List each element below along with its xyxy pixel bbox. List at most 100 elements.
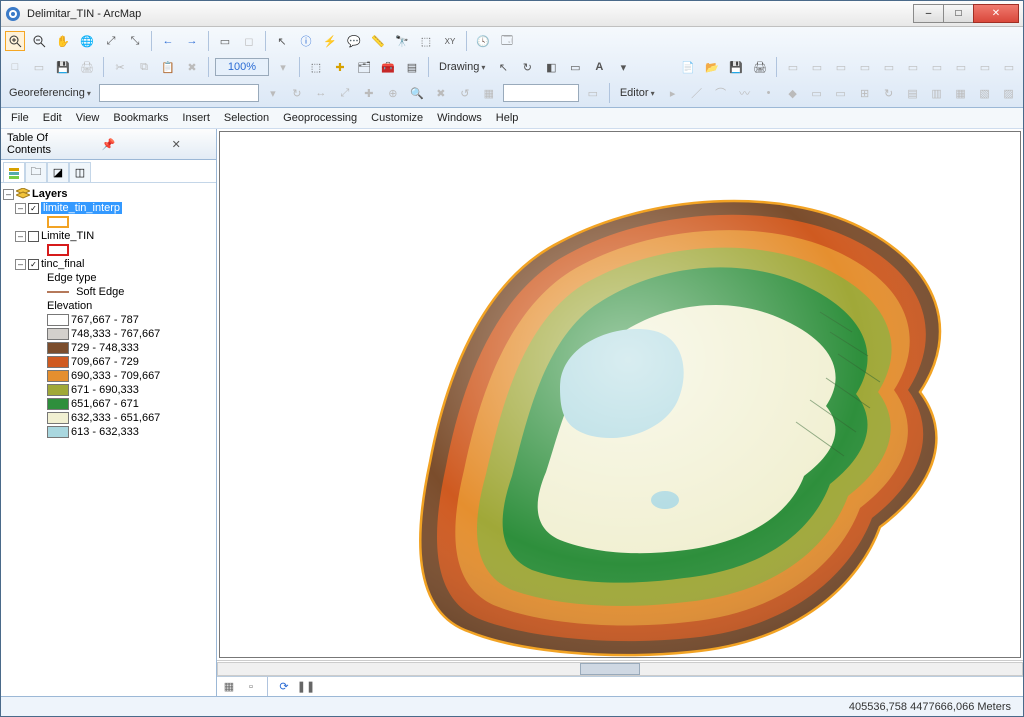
layer-limite-tin-interp[interactable]: limite_tin_interp <box>41 202 122 214</box>
close-button[interactable]: ✕ <box>973 4 1019 23</box>
full-extent-icon[interactable]: 🌐 <box>77 31 97 51</box>
menu-view[interactable]: View <box>76 112 100 124</box>
fwd-extent-icon[interactable]: → <box>182 31 202 51</box>
toc-tab-drawing-order[interactable] <box>3 162 25 182</box>
edit-copy-icon[interactable]: ▭ <box>807 57 827 77</box>
new-map-icon[interactable]: 📄 <box>678 57 698 77</box>
editor-menu[interactable]: Editor <box>616 87 659 99</box>
expander-icon[interactable]: – <box>15 231 26 242</box>
find-route-icon[interactable]: ⬚ <box>416 31 436 51</box>
scale-dropdown-icon[interactable]: ▾ <box>273 57 293 77</box>
editor-attributes-icon[interactable]: ▤ <box>903 83 923 103</box>
draw-text-icon[interactable]: A <box>589 57 609 77</box>
georef-layer-select[interactable] <box>99 84 259 102</box>
edit-merge-icon[interactable]: ▭ <box>831 57 851 77</box>
scrollbar-thumb[interactable] <box>580 663 640 675</box>
edit-clip-icon[interactable]: ▭ <box>927 57 947 77</box>
map-horizontal-scrollbar[interactable] <box>217 660 1023 676</box>
menu-bookmarks[interactable]: Bookmarks <box>113 112 168 124</box>
layer-limite-tin[interactable]: Limite_TIN <box>41 230 94 242</box>
layer-tinc-final[interactable]: tinc_final <box>41 258 84 270</box>
layout-view-icon[interactable]: ▫ <box>243 679 259 695</box>
viewer-window-icon[interactable]: 🗔 <box>497 31 517 51</box>
scale-input[interactable] <box>215 58 269 76</box>
editor-target-icon[interactable]: ▨ <box>999 83 1019 103</box>
expander-icon[interactable]: – <box>15 259 26 270</box>
titlebar[interactable]: Delimitar_TIN - ArcMap – □ ✕ <box>1 1 1023 27</box>
edit-cut-icon[interactable]: ▭ <box>783 57 803 77</box>
pause-draw-icon[interactable]: ❚❚ <box>298 679 314 695</box>
menu-geoprocessing[interactable]: Geoprocessing <box>283 112 357 124</box>
menu-file[interactable]: File <box>11 112 29 124</box>
menu-edit[interactable]: Edit <box>43 112 62 124</box>
save-icon[interactable]: 💾 <box>53 57 73 77</box>
georeferencing-menu[interactable]: Georeferencing <box>5 87 95 99</box>
georef-dropdown-icon[interactable]: ▾ <box>263 83 283 103</box>
georef-target-icon[interactable]: ▭ <box>583 83 603 103</box>
editor-rotate-icon[interactable]: ↻ <box>879 83 899 103</box>
georef-value-input[interactable] <box>503 84 579 102</box>
editor-edit-icon[interactable]: ▸ <box>663 83 683 103</box>
hyperlink-icon[interactable]: ⚡ <box>320 31 340 51</box>
georef-scale-icon[interactable]: ⤢ <box>335 83 355 103</box>
print-map-icon[interactable]: 🖨 <box>750 57 770 77</box>
editor-reshape-icon[interactable]: ▭ <box>807 83 827 103</box>
html-popup-icon[interactable]: 💬 <box>344 31 364 51</box>
edit-split-icon[interactable]: ▭ <box>975 57 995 77</box>
save-map-icon[interactable]: 💾 <box>726 57 746 77</box>
new-doc-icon[interactable]: □ <box>5 57 25 77</box>
georef-select-point-icon[interactable]: ⊕ <box>383 83 403 103</box>
drawing-menu[interactable]: Drawing <box>435 61 489 73</box>
edit-intersect-icon[interactable]: ▭ <box>903 57 923 77</box>
draw-rotate-icon[interactable]: ↻ <box>517 57 537 77</box>
edit-trace-icon[interactable]: ▭ <box>999 57 1019 77</box>
toolbox-icon[interactable]: 🧰 <box>378 57 398 77</box>
zoom-to-in-icon[interactable]: ⤢ <box>101 31 121 51</box>
open-map-icon[interactable]: 📂 <box>702 57 722 77</box>
editor-toolbar-icon[interactable]: ⬚ <box>306 57 326 77</box>
refresh-icon[interactable]: ⟳ <box>276 679 292 695</box>
pin-icon[interactable]: 📌 <box>75 138 143 151</box>
editor-create-icon[interactable]: ▦ <box>951 83 971 103</box>
copy-icon[interactable]: ⧉ <box>134 57 154 77</box>
menu-help[interactable]: Help <box>496 112 519 124</box>
menu-windows[interactable]: Windows <box>437 112 482 124</box>
checkbox[interactable] <box>28 231 39 242</box>
zoom-to-out-icon[interactable]: ⤡ <box>125 31 145 51</box>
maximize-button[interactable]: □ <box>943 4 973 23</box>
menu-insert[interactable]: Insert <box>182 112 210 124</box>
georef-rotate-icon[interactable]: ↻ <box>287 83 307 103</box>
expander-icon[interactable]: – <box>15 203 26 214</box>
editor-save-icon[interactable]: ▧ <box>975 83 995 103</box>
python-icon[interactable]: ▤ <box>402 57 422 77</box>
measure-icon[interactable]: 📏 <box>368 31 388 51</box>
editor-cut-poly-icon[interactable]: ▭ <box>831 83 851 103</box>
edit-buffer-icon[interactable]: ▭ <box>951 57 971 77</box>
cut-icon[interactable]: ✂ <box>110 57 130 77</box>
toc-tree[interactable]: – Layers – ✓ limite_tin_interp – Limite_… <box>1 183 216 696</box>
editor-trace-icon[interactable]: 〰 <box>735 83 755 103</box>
identify-icon[interactable]: ⓘ <box>296 31 316 51</box>
draw-group-icon[interactable]: ◧ <box>541 57 561 77</box>
find-icon[interactable]: 🔭 <box>392 31 412 51</box>
print-icon[interactable]: 🖨 <box>77 57 97 77</box>
back-extent-icon[interactable]: ← <box>158 31 178 51</box>
toc-tab-visibility[interactable]: ◪ <box>47 162 69 182</box>
minimize-button[interactable]: – <box>913 4 943 23</box>
menu-customize[interactable]: Customize <box>371 112 423 124</box>
georef-shift-icon[interactable]: ↔ <box>311 83 331 103</box>
zoom-out-icon[interactable] <box>29 31 49 51</box>
close-panel-icon[interactable]: ✕ <box>142 138 210 151</box>
paste-icon[interactable]: 📋 <box>158 57 178 77</box>
toc-titlebar[interactable]: Table Of Contents 📌 ✕ <box>1 129 216 160</box>
georef-add-point-icon[interactable]: ✚ <box>359 83 379 103</box>
goto-xy-icon[interactable]: XY <box>440 31 460 51</box>
pan-icon[interactable]: ✋ <box>53 31 73 51</box>
toc-tab-selection[interactable]: ◫ <box>69 162 91 182</box>
editor-arc-icon[interactable]: ⌒ <box>711 83 731 103</box>
editor-vertex-icon[interactable]: ◆ <box>783 83 803 103</box>
zoom-in-icon[interactable] <box>5 31 25 51</box>
select-elements-icon[interactable]: ↖ <box>272 31 292 51</box>
draw-style-icon[interactable]: ▾ <box>613 57 633 77</box>
edit-explode-icon[interactable]: ▭ <box>855 57 875 77</box>
